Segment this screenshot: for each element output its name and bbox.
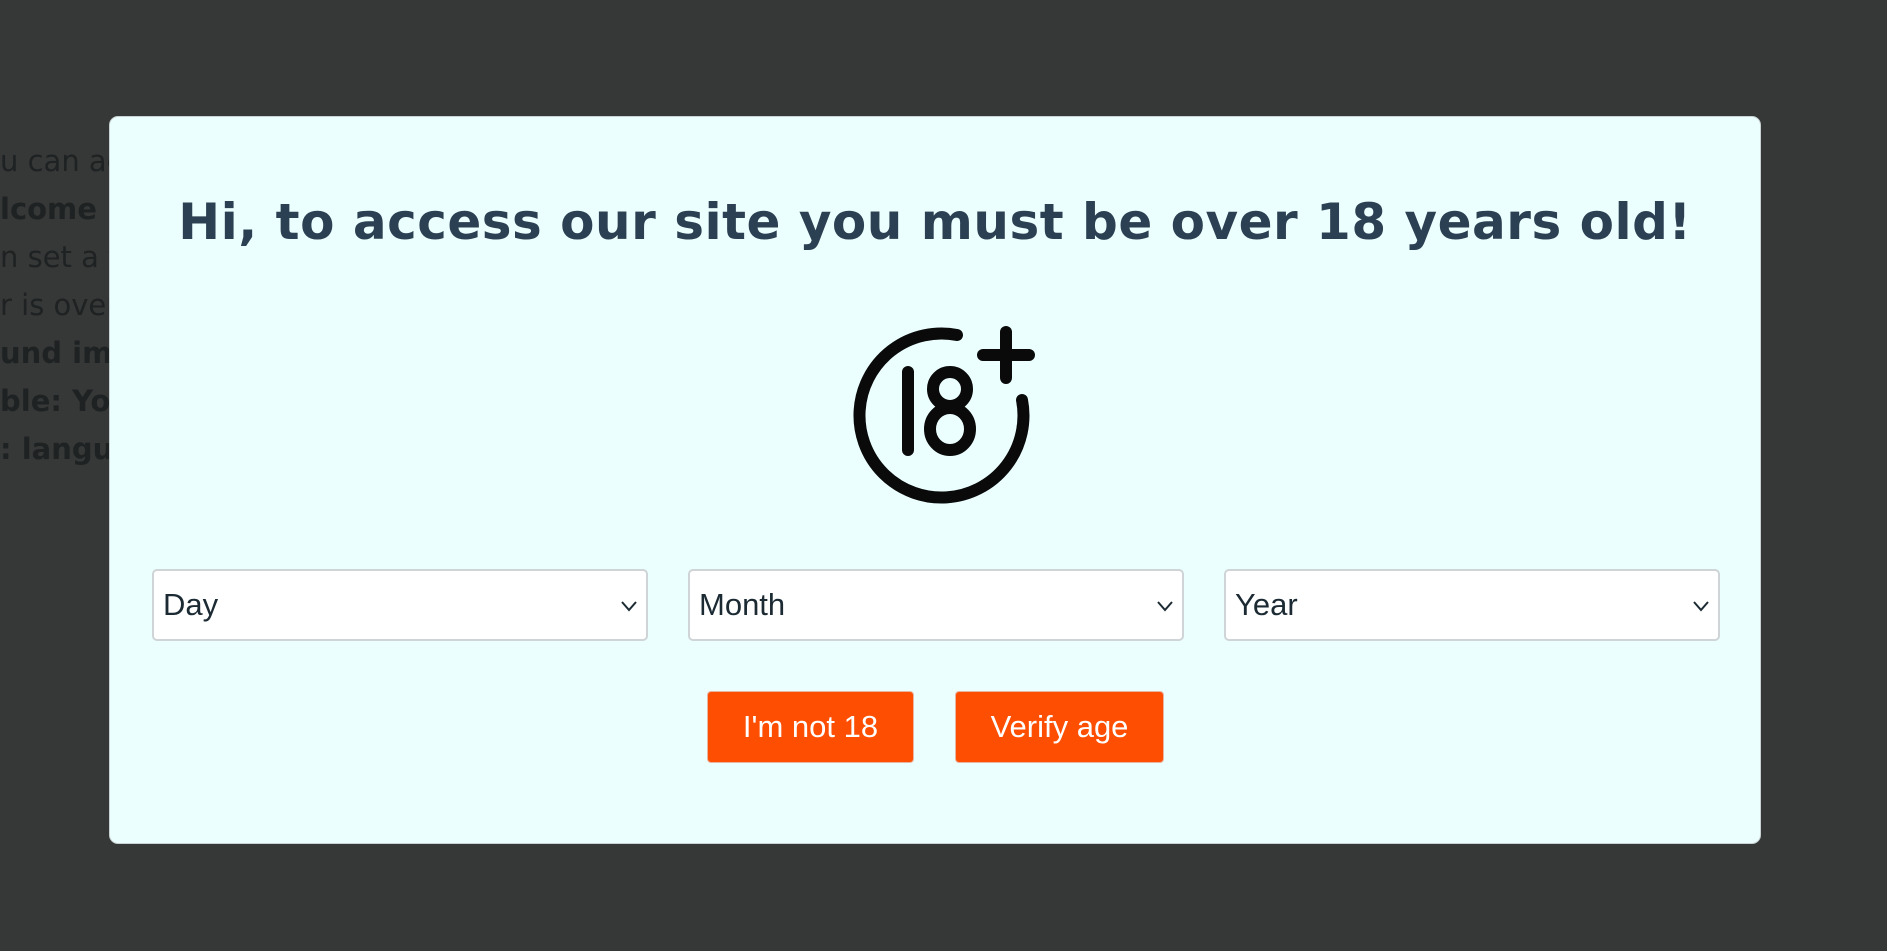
background-text-line: lcome m: [0, 192, 120, 226]
modal-title: Hi, to access our site you must be over …: [178, 193, 1692, 251]
year-select[interactable]: Year: [1224, 569, 1720, 641]
age-verification-modal: Hi, to access our site you must be over …: [109, 116, 1761, 844]
chevron-down-icon: [621, 601, 637, 612]
month-select[interactable]: Month: [688, 569, 1184, 641]
background-text-line: : langua: [0, 432, 120, 466]
chevron-down-icon: [1693, 601, 1709, 612]
year-select-value: Year: [1235, 587, 1298, 622]
verify-age-button[interactable]: Verify age: [955, 691, 1164, 763]
background-page-text: u can ac lcome m n set a f r is over und…: [0, 137, 120, 473]
day-select[interactable]: Day: [152, 569, 648, 641]
chevron-down-icon: [1157, 601, 1173, 612]
background-text-line: ble: You: [0, 384, 120, 418]
background-text-line: und ima: [0, 336, 120, 370]
not-18-button[interactable]: I'm not 18: [707, 691, 914, 763]
background-text-line: u can ac: [0, 144, 120, 178]
modal-actions: I'm not 18 Verify age: [110, 691, 1760, 763]
18-plus-icon: [842, 310, 1042, 510]
month-select-value: Month: [699, 587, 786, 622]
background-text-line: r is over: [0, 288, 119, 322]
birthdate-selects: Day Month Year: [152, 569, 1720, 641]
background-text-line: n set a f: [0, 240, 119, 274]
day-select-value: Day: [163, 587, 219, 622]
